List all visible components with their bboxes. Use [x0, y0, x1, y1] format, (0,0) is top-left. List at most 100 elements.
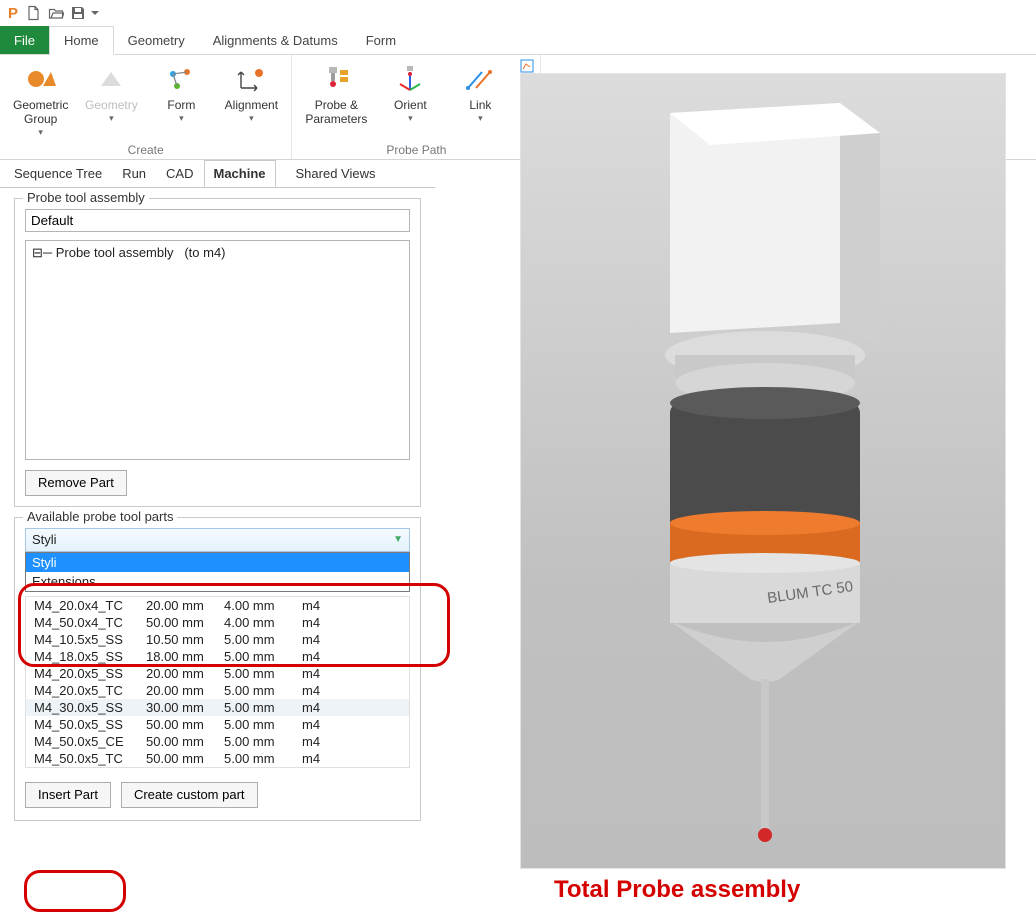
tab-label: CAD — [166, 166, 193, 181]
tab-label: Form — [366, 33, 396, 48]
parts-cell-thr: m4 — [302, 717, 401, 732]
save-icon[interactable] — [68, 3, 88, 23]
tree-root-node[interactable]: ⊟─ Probe tool assembly (to m4) — [32, 245, 403, 261]
parts-row[interactable]: M4_50.0x4_TC50.00 mm4.00 mmm4 — [26, 614, 409, 631]
parts-cell-thr: m4 — [302, 751, 401, 766]
ribbon-group-caption: Probe Path — [298, 143, 534, 157]
parts-cell-dia: 5.00 mm — [224, 666, 302, 681]
geometric-group-button[interactable]: Geometric Group ▾ — [6, 59, 75, 141]
parts-cell-dia: 5.00 mm — [224, 683, 302, 698]
parts-table[interactable]: M4_20.0x4_TC20.00 mm4.00 mmm4M4_50.0x4_T… — [25, 596, 410, 768]
combo-option-extensions[interactable]: Extensions — [26, 572, 409, 591]
form-button[interactable]: Form ▾ — [147, 59, 215, 127]
link-button[interactable]: Link ▾ — [446, 59, 514, 127]
parts-cell-len: 50.00 mm — [146, 717, 224, 732]
ribbon-group-caption: Create — [6, 143, 285, 157]
parts-cell-dia: 5.00 mm — [224, 717, 302, 732]
probe-assembly-render: BLUM TC 50 — [520, 73, 1006, 869]
create-custom-part-button[interactable]: Create custom part — [121, 782, 258, 808]
parts-row[interactable]: M4_20.0x4_TC20.00 mm4.00 mmm4 — [26, 597, 409, 614]
parts-cell-name: M4_50.0x5_CE — [34, 734, 146, 749]
parts-row[interactable]: M4_50.0x5_TC50.00 mm5.00 mmm4 — [26, 750, 409, 767]
new-file-icon[interactable] — [24, 3, 44, 23]
part-type-combo[interactable]: Styli ▼ Styli Extensions — [25, 528, 410, 592]
button-label: Form — [167, 99, 195, 113]
parts-cell-thr: m4 — [302, 649, 401, 664]
combo-display[interactable]: Styli ▼ — [25, 528, 410, 552]
parts-row[interactable]: M4_20.0x5_TC20.00 mm5.00 mmm4 — [26, 682, 409, 699]
tab-file[interactable]: File — [0, 26, 49, 54]
viewport-3d[interactable]: BLUM TC 50 — [520, 73, 1006, 869]
open-file-icon[interactable] — [46, 3, 66, 23]
panel-tab-machine[interactable]: Machine — [204, 160, 276, 187]
button-label: Geometry — [85, 99, 138, 113]
group-legend: Probe tool assembly — [23, 190, 149, 205]
save-dropdown-icon[interactable] — [90, 3, 100, 23]
assembly-name-input[interactable] — [25, 209, 410, 232]
panel-tabs: Sequence Tree Run CAD Machine Shared Vie… — [0, 160, 435, 188]
ribbon-toggle-1[interactable] — [520, 59, 534, 73]
annotation-caption: Total Probe assembly — [554, 876, 800, 904]
machine-panel-body: Probe tool assembly ⊟─ Probe tool assemb… — [0, 188, 435, 833]
ribbon-group-probe-path: Probe & Parameters Orient ▾ Link ▾ — [292, 55, 541, 159]
orient-icon — [394, 63, 426, 97]
parts-cell-len: 18.00 mm — [146, 649, 224, 664]
parts-cell-dia: 4.00 mm — [224, 615, 302, 630]
tab-form[interactable]: Form — [352, 26, 410, 54]
tab-geometry[interactable]: Geometry — [114, 26, 199, 54]
parts-cell-thr: m4 — [302, 632, 401, 647]
app-logo-icon: P — [4, 4, 22, 22]
parts-row[interactable]: M4_50.0x5_SS50.00 mm5.00 mmm4 — [26, 716, 409, 733]
parts-cell-name: M4_20.0x5_TC — [34, 683, 146, 698]
dropdown-icon: ▾ — [179, 113, 184, 123]
quick-access-toolbar: P — [0, 0, 1036, 26]
parts-cell-name: M4_20.0x5_SS — [34, 666, 146, 681]
combo-option-styli[interactable]: Styli — [26, 553, 409, 572]
form-icon — [165, 63, 197, 97]
parts-cell-dia: 5.00 mm — [224, 734, 302, 749]
parts-cell-len: 50.00 mm — [146, 734, 224, 749]
geometry-icon — [95, 63, 127, 97]
parts-row[interactable]: M4_18.0x5_SS18.00 mm5.00 mmm4 — [26, 648, 409, 665]
panel-tab-cad[interactable]: CAD — [156, 160, 203, 187]
button-label: Alignment — [225, 99, 278, 113]
dropdown-icon: ▾ — [109, 113, 114, 123]
geometric-group-icon — [25, 63, 57, 97]
available-parts-group: Available probe tool parts Styli ▼ Styli… — [14, 517, 421, 821]
tab-label: Shared Views — [296, 166, 376, 181]
probe-parameters-button[interactable]: Probe & Parameters — [298, 59, 374, 131]
button-label: Orient — [394, 99, 427, 113]
parts-cell-thr: m4 — [302, 666, 401, 681]
parts-cell-thr: m4 — [302, 598, 401, 613]
alignment-button[interactable]: Alignment ▾ — [217, 59, 285, 127]
parts-cell-dia: 4.00 mm — [224, 598, 302, 613]
combo-display-text: Styli — [32, 532, 57, 547]
link-icon — [464, 63, 496, 97]
button-label: Geometric Group — [13, 99, 68, 127]
panel-tab-shared-views[interactable]: Shared Views — [286, 160, 386, 187]
orient-button[interactable]: Orient ▾ — [376, 59, 444, 127]
caption-text: Total Probe assembly — [554, 876, 800, 903]
panel-tab-sequence-tree[interactable]: Sequence Tree — [4, 160, 112, 187]
ribbon-tabs: File Home Geometry Alignments & Datums F… — [0, 26, 1036, 55]
parts-cell-len: 50.00 mm — [146, 751, 224, 766]
tab-home[interactable]: Home — [49, 26, 114, 55]
tab-label: Alignments & Datums — [213, 33, 338, 48]
parts-cell-len: 10.50 mm — [146, 632, 224, 647]
tab-alignments-datums[interactable]: Alignments & Datums — [199, 26, 352, 54]
parts-row[interactable]: M4_30.0x5_SS30.00 mm5.00 mmm4 — [26, 699, 409, 716]
assembly-tree[interactable]: ⊟─ Probe tool assembly (to m4) — [25, 240, 410, 460]
geometry-button[interactable]: Geometry ▾ — [77, 59, 145, 127]
chevron-down-icon: ▼ — [393, 534, 403, 545]
parts-cell-len: 30.00 mm — [146, 700, 224, 715]
button-label: Insert Part — [38, 787, 98, 802]
parts-row[interactable]: M4_10.5x5_SS10.50 mm5.00 mmm4 — [26, 631, 409, 648]
remove-part-button[interactable]: Remove Part — [25, 470, 127, 496]
parts-row[interactable]: M4_20.0x5_SS20.00 mm5.00 mmm4 — [26, 665, 409, 682]
left-panel: Sequence Tree Run CAD Machine Shared Vie… — [0, 160, 435, 833]
parts-cell-len: 20.00 mm — [146, 666, 224, 681]
parts-row[interactable]: M4_50.0x5_CE50.00 mm5.00 mmm4 — [26, 733, 409, 750]
parts-cell-name: M4_50.0x5_SS — [34, 717, 146, 732]
insert-part-button[interactable]: Insert Part — [25, 782, 111, 808]
panel-tab-run[interactable]: Run — [112, 160, 156, 187]
